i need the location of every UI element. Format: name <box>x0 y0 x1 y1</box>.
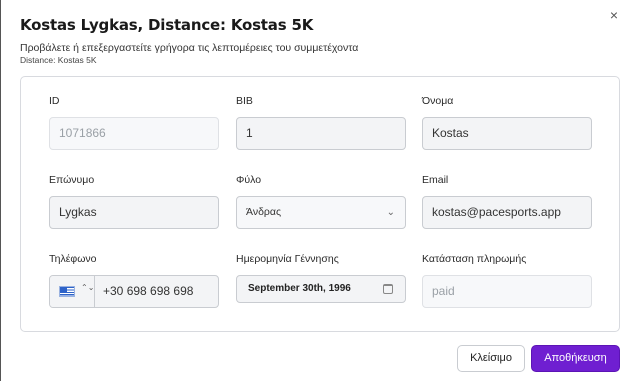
field-gender: Φύλο Άνδρας ⌄ <box>236 173 406 229</box>
gender-value: Άνδρας <box>246 206 282 218</box>
close-button[interactable]: Κλείσιμο <box>457 345 525 372</box>
payment-status-label: Κατάσταση πληρωμής <box>422 253 527 265</box>
field-payment-status: Κατάσταση πληρωμής paid <box>422 252 592 308</box>
save-button[interactable]: Αποθήκευση <box>531 345 620 372</box>
participant-dialog: × Kostas Lygkas, Distance: Kostas 5K Προ… <box>0 0 629 381</box>
phone-input-group: ⌃⌄ +30 698 698 698 <box>49 275 219 308</box>
birth-date-picker[interactable]: September 30th, 1996 <box>236 275 406 303</box>
payment-status-input: paid <box>422 275 592 308</box>
field-email: Email kostas@pacesports.app <box>422 173 592 229</box>
field-first-name: Όνομα Kostas <box>422 94 592 150</box>
greece-flag-icon <box>59 286 75 297</box>
field-last-name: Επώνυμο Lygkas <box>49 173 219 229</box>
field-phone: Τηλέφωνο ⌃⌄ +30 698 698 698 <box>49 252 219 308</box>
country-code-select[interactable]: ⌃⌄ <box>50 276 95 307</box>
field-bib: BIB 1 <box>236 94 406 150</box>
last-name-input[interactable]: Lygkas <box>49 196 219 229</box>
participant-details-card: ID 1071866 BIB 1 Όνομα Kostas Επώνυμο Ly… <box>20 76 620 332</box>
phone-label: Τηλέφωνο <box>49 253 97 265</box>
dialog-title: Kostas Lygkas, Distance: Kostas 5K <box>20 16 314 34</box>
chevron-down-icon: ⌄ <box>386 207 395 218</box>
bib-input[interactable]: 1 <box>236 117 406 150</box>
email-label: Email <box>422 174 449 186</box>
birth-date-label: Ημερομηνία Γέννησης <box>236 253 339 265</box>
field-id: ID 1071866 <box>49 94 219 150</box>
email-input[interactable]: kostas@pacesports.app <box>422 196 592 229</box>
close-icon[interactable]: × <box>607 8 621 22</box>
field-birth-date: Ημερομηνία Γέννησης September 30th, 1996 <box>236 252 406 303</box>
id-input: 1071866 <box>49 117 219 150</box>
last-name-label: Επώνυμο <box>49 174 95 186</box>
gender-select[interactable]: Άνδρας ⌄ <box>236 196 406 229</box>
dialog-subtitle: Προβάλετε ή επεξεργαστείτε γρήγορα τις λ… <box>20 42 359 54</box>
updown-chevron-icon: ⌃⌄ <box>81 283 95 292</box>
gender-label: Φύλο <box>236 174 262 186</box>
birth-date-value: September 30th, 1996 <box>248 283 351 294</box>
id-label: ID <box>49 95 60 107</box>
dialog-distance-line: Distance: Kostas 5K <box>20 55 97 65</box>
first-name-input[interactable]: Kostas <box>422 117 592 150</box>
bib-label: BIB <box>236 95 253 107</box>
first-name-label: Όνομα <box>422 95 454 107</box>
calendar-icon <box>383 284 393 294</box>
phone-input[interactable]: +30 698 698 698 <box>103 276 193 307</box>
